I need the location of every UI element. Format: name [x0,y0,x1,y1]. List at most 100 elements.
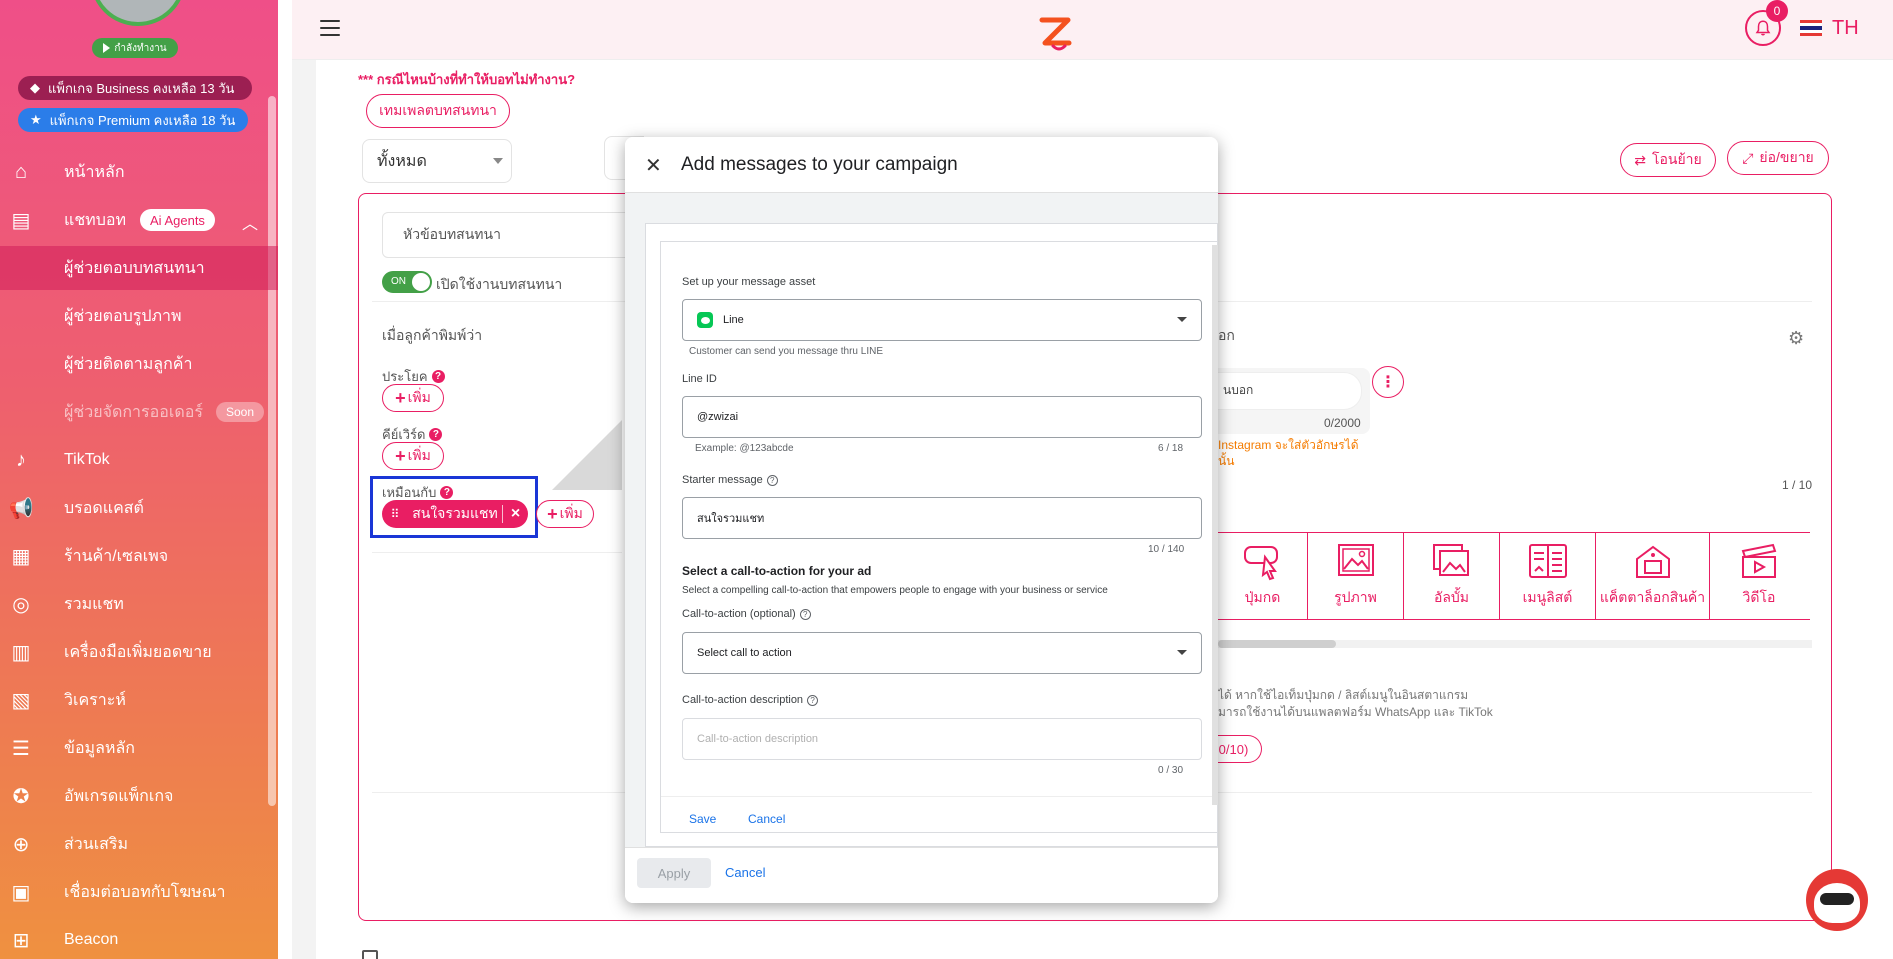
chat-bot-avatar[interactable] [1806,869,1868,931]
modal-scrollbar[interactable] [1212,245,1218,805]
sidebar-item-addons[interactable]: ⊕ ส่วนเสริม [0,822,278,866]
sidebar-item-label: บรอดแคสต์ [64,499,144,517]
package-premium-badge[interactable]: ★ แพ็กเกจ Premium คงเหลือ 18 วัน [18,108,248,132]
close-icon[interactable]: ✕ [645,153,662,178]
sidebar-item-label: ข้อมูลหลัก [64,739,135,757]
list-menu-icon [1528,544,1567,578]
cancel-button[interactable]: Cancel [748,812,785,826]
asset-select[interactable]: Line [682,299,1202,341]
cta-description-input[interactable]: Call-to-action description [682,718,1202,760]
sidebar-item-upgrade[interactable]: ✪ อัพเกรดแพ็กเกจ [0,774,278,818]
brand-logo[interactable] [1035,12,1075,52]
template-button[interactable]: เทมเพลตบทสนทนา [366,94,510,128]
megaphone-icon: 📢 [8,497,34,520]
save-button[interactable]: Save [689,812,716,826]
add-label: เพิ่ม [407,447,431,463]
sidebar-item-home[interactable]: ⌂ หน้าหลัก [0,150,278,194]
expand-icon: ⤢ [1742,149,1754,166]
help-icon[interactable]: ? [440,486,454,499]
cta-desc-counter: 0 / 30 [1158,765,1184,776]
type-button[interactable]: ปุ่มกด [1218,533,1308,619]
sidebar: กำลังทำงาน ◆ แพ็กเกจ Business คงเหลือ 13… [0,0,278,959]
more-options-icon[interactable]: ⋮ [1372,366,1404,398]
scroll-thumb[interactable] [1218,640,1336,648]
sidebar-item-conversation-assistant[interactable]: ผู้ช่วยตอบบทสนทนา [0,246,278,290]
footer-cancel-button[interactable]: Cancel [725,865,765,880]
sidebar-item-label: ผู้ช่วยตอบรูปภาพ [64,307,182,325]
hamburger-menu-icon[interactable] [320,20,340,36]
sidebar-item-tiktok[interactable]: ♪ TikTok [0,438,278,482]
close-icon[interactable]: × [502,505,528,523]
message-type-row: ปุ่มกด รูปภาพ อัลบั้ม เมนูลิสต์ แค็ตตาล็… [1218,532,1810,620]
conversation-toggle[interactable]: ON [382,271,432,293]
reply-message-text: นบอก [1216,372,1362,410]
gear-icon[interactable]: ⚙ [1788,328,1804,349]
chevron-up-icon[interactable]: ︿ [242,210,258,234]
topic-placeholder: หัวข้อบทสนทนา [403,226,501,242]
transfer-button[interactable]: ⇄ โอนย้าย [1620,143,1716,177]
asset-hint: Customer can send you message thru LINE [689,346,883,357]
line-id-value: @zwizai [697,411,739,423]
sidebar-item-analytics[interactable]: ▧ วิเคราะห์ [0,678,278,722]
filter-select[interactable]: ทั้งหมด [362,139,512,183]
starter-message-input[interactable]: สนใจรวมแชท [682,497,1202,539]
home-icon: ⌂ [14,160,28,183]
modal-header: ✕ Add messages to your campaign [625,137,1218,193]
modal-title: Add messages to your campaign [681,154,958,175]
sidebar-item-followup-assistant[interactable]: ผู้ช่วยติดตามลูกค้า [0,342,278,386]
beacon-icon: ⊞ [12,929,30,952]
select-all-checkbox[interactable] [362,950,378,959]
play-icon [103,43,111,53]
type-list-menu[interactable]: เมนูลิสต์ [1500,533,1596,619]
apply-button[interactable]: Apply [637,858,711,888]
starter-label: Starter message ? [682,474,778,486]
add-sentence-button[interactable]: + เพิ่ม [382,384,444,412]
help-icon[interactable]: ? [799,608,811,620]
button-icon [1243,546,1278,581]
add-similar-button[interactable]: + เพิ่ม [536,500,594,528]
sidebar-item-sales-tools[interactable]: ▥ เครื่องมือเพิ่มยอดขาย [0,630,278,674]
sidebar-item-image-assistant[interactable]: ผู้ช่วยตอบรูปภาพ [0,294,278,338]
drag-handle-icon[interactable]: ⠿ [382,507,408,521]
type-video[interactable]: วิดีโอ [1710,533,1808,619]
sidebar-item-ads-connect[interactable]: ▣ เชื่อมต่อบอทกับโฆษณา [0,870,278,914]
cta-select[interactable]: Select call to action [682,632,1202,674]
plus-icon: + [395,387,406,408]
line-icon [697,312,713,328]
type-row-scrollbar[interactable] [1218,640,1812,648]
cta-label: Call-to-action (optional) ? [682,608,811,620]
cta-desc-placeholder: Call-to-action description [697,733,819,745]
sidebar-item-all-chat[interactable]: ◎ รวมแชท [0,582,278,626]
divider [372,552,622,553]
status-badge: กำลังทำงาน [92,38,178,58]
toggle-label: เปิดใช้งานบทสนทนา [436,276,563,292]
help-icon[interactable]: ? [766,474,778,486]
sidebar-item-broadcast[interactable]: 📢 บรอดแคสต์ [0,486,278,530]
similar-phrase-chip[interactable]: ⠿ สนใจรวมแชท × [382,500,528,528]
line-id-label: Line ID [682,373,717,385]
add-keyword-button[interactable]: + เพิ่ม [382,442,444,470]
type-catalog[interactable]: แค็ตตาล็อกสินค้า [1596,533,1710,619]
language-selector[interactable]: TH [1832,17,1859,40]
line-id-input[interactable]: @zwizai [682,396,1202,438]
ig-warning-line-1: Instagram จะใส่ตัวอักษรได้ [1218,438,1359,452]
type-album[interactable]: อัลบั้ม [1404,533,1500,619]
help-icon[interactable]: ? [429,428,443,441]
chevron-down-icon [493,158,503,164]
help-icon[interactable]: ? [807,694,819,706]
type-image[interactable]: รูปภาพ [1308,533,1404,619]
bot-warning-link[interactable]: *** กรณีไหนบ้างที่ทำให้บอทไม่ทำงาน? [358,69,575,90]
divider [661,796,1217,797]
transfer-button-label: โอนย้าย [1651,151,1702,167]
sidebar-item-shop[interactable]: ▦ ร้านค้า/เซลเพจ [0,534,278,578]
expand-button[interactable]: ⤢ ย่อ/ขยาย [1727,141,1829,175]
sidebar-item-chatbot[interactable]: ▤ แชทบอท Ai Agents ︿ [0,198,278,242]
sidebar-item-beacon[interactable]: ⊞ Beacon [0,918,278,959]
package-business-badge[interactable]: ◆ แพ็กเกจ Business คงเหลือ 13 วัน [18,76,252,100]
help-icon[interactable]: ? [431,370,445,383]
avatar[interactable] [90,0,186,26]
thai-flag-icon[interactable] [1800,20,1822,36]
reply-message-box[interactable]: นบอก 0/2000 [1216,368,1370,434]
chevron-down-icon [1177,650,1187,655]
sidebar-item-master-data[interactable]: ☰ ข้อมูลหลัก [0,726,278,770]
